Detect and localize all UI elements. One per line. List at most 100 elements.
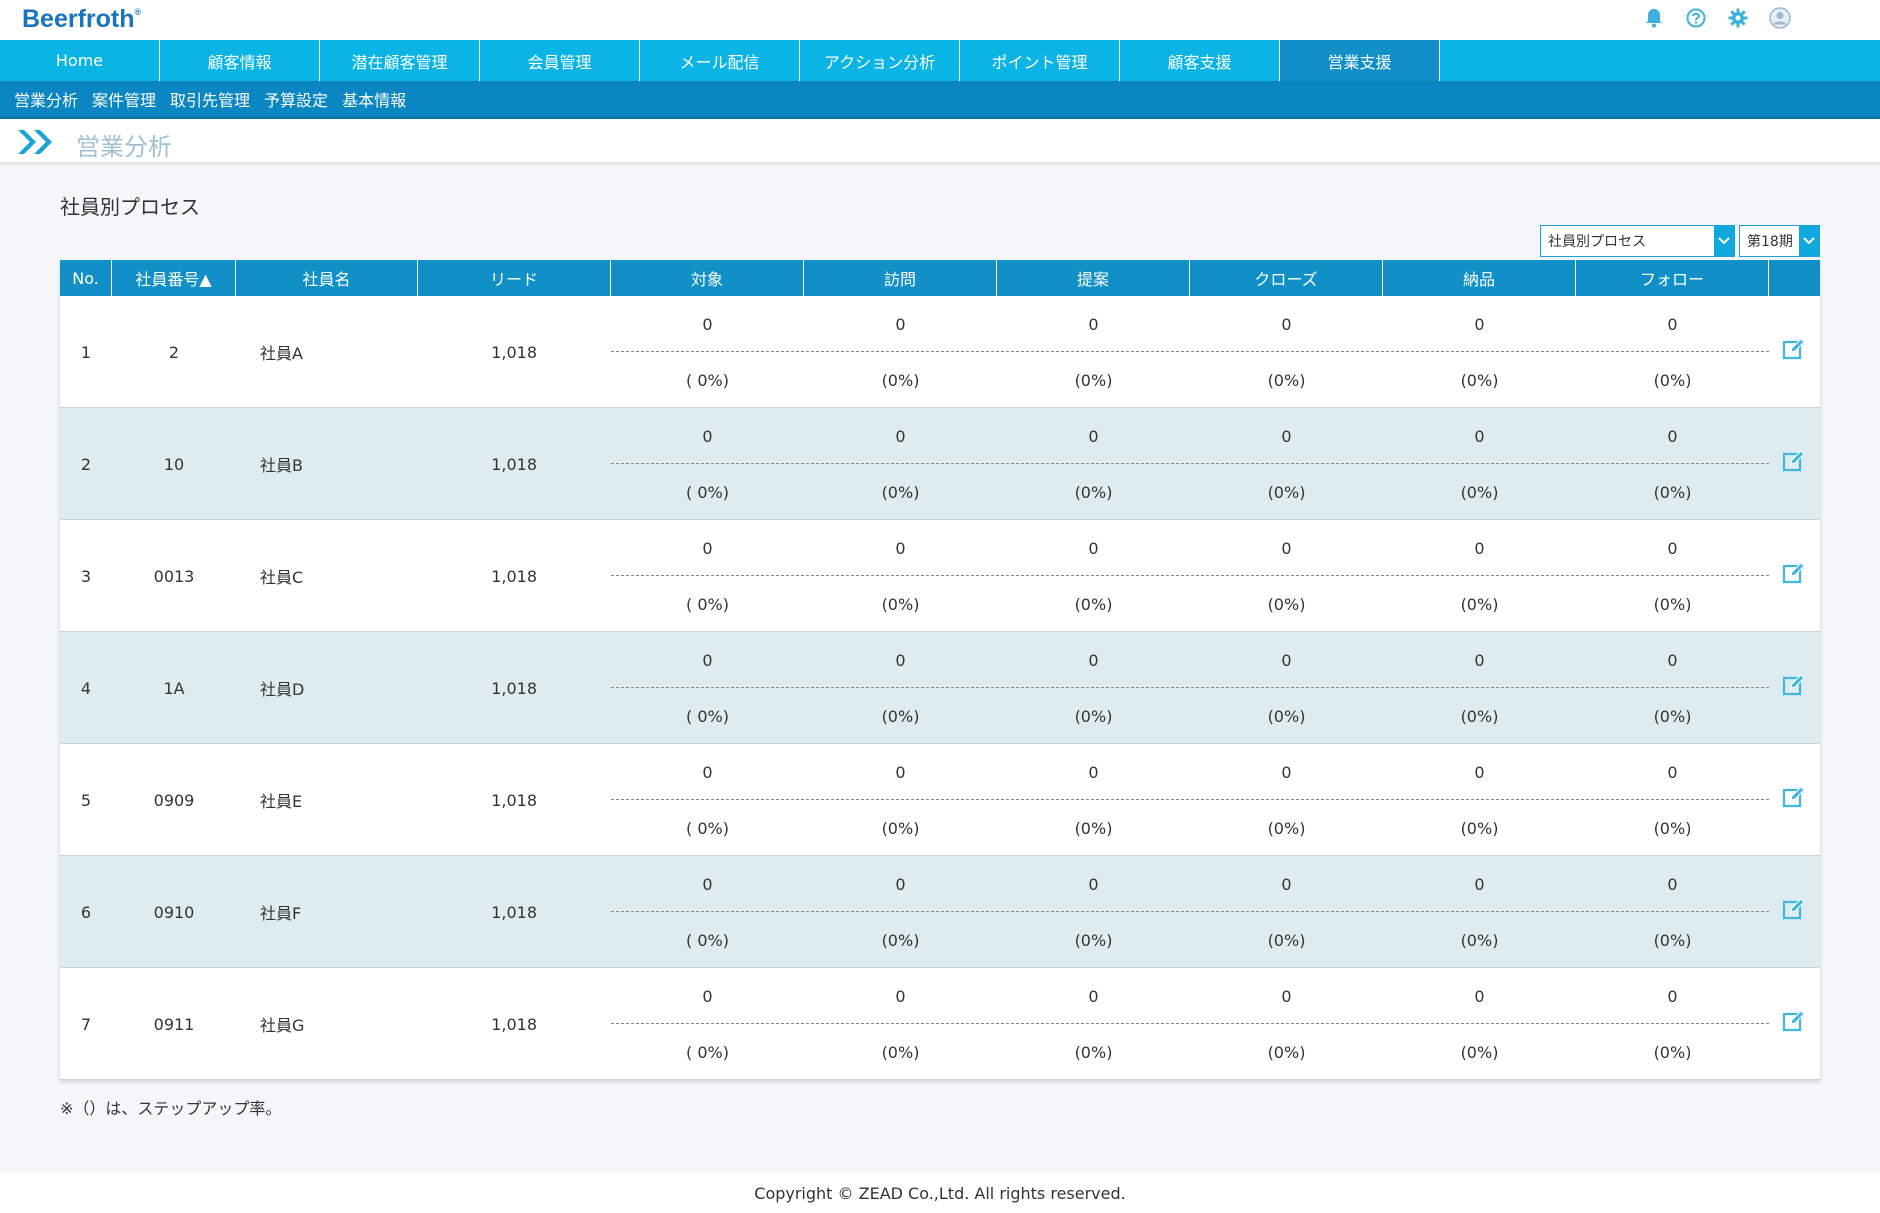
col-proposal[interactable]: 提案 (997, 260, 1190, 296)
stage-count: 0 (1474, 538, 1485, 558)
edit-icon[interactable] (1782, 337, 1806, 361)
copyright-text: Copyright © ZEAD Co.,Ltd. All rights res… (754, 1183, 1126, 1203)
stage-rate: ( 0%) (686, 370, 729, 390)
stage-rate: (0%) (881, 818, 920, 838)
nav-prospects[interactable]: 潜在顧客管理 (320, 40, 480, 81)
stage-count: 0 (1667, 426, 1678, 446)
stage-count: 0 (1667, 762, 1678, 782)
stage-count: 0 (1281, 874, 1292, 894)
stage-count: 0 (1474, 874, 1485, 894)
page-title: 営業分析 (76, 133, 172, 161)
cell-employee-number: 10 (163, 454, 185, 474)
period-select[interactable]: 第18期 (1739, 225, 1820, 257)
row-divider (611, 911, 1769, 912)
stage-count: 0 (1281, 538, 1292, 558)
stage-rate: (0%) (881, 930, 920, 950)
cell-no: 7 (80, 1014, 92, 1034)
nav-members[interactable]: 会員管理 (480, 40, 640, 81)
stage-count: 0 (1474, 314, 1485, 334)
col-edit (1769, 260, 1820, 296)
view-select[interactable]: 社員別プロセス (1540, 225, 1735, 257)
nav-customer-support[interactable]: 顧客支援 (1120, 40, 1280, 81)
stage-count: 0 (1281, 426, 1292, 446)
subnav-deals[interactable]: 案件管理 (92, 87, 156, 111)
cell-lead: 1,018 (491, 342, 537, 362)
stage-count: 0 (702, 426, 713, 446)
subnav-sales-analysis[interactable]: 営業分析 (14, 87, 78, 111)
nav-action-analysis[interactable]: アクション分析 (800, 40, 960, 81)
row-divider (611, 1023, 1769, 1024)
col-follow[interactable]: フォロー (1576, 260, 1769, 296)
cell-no: 3 (80, 566, 92, 586)
col-close[interactable]: クローズ (1190, 260, 1383, 296)
stage-rate: (0%) (1074, 706, 1113, 726)
nav-home[interactable]: Home (0, 40, 160, 81)
period-select-value: 第18期 (1747, 234, 1793, 250)
col-target[interactable]: 対象 (611, 260, 804, 296)
row-divider (611, 687, 1769, 688)
cell-employee-number: 0911 (153, 1014, 195, 1034)
stage-rate: (0%) (1460, 706, 1499, 726)
col-employee-name[interactable]: 社員名 (236, 260, 418, 296)
cell-employee-name: 社員C (260, 568, 304, 587)
nav-customer-info[interactable]: 顧客情報 (160, 40, 320, 81)
cell-employee-number: 0910 (153, 902, 195, 922)
user-avatar-icon[interactable] (1768, 6, 1792, 30)
col-no[interactable]: No. (60, 260, 112, 296)
subnav-clients[interactable]: 取引先管理 (170, 87, 250, 111)
app-logo[interactable]: Beerfroth® (22, 5, 141, 34)
help-icon[interactable] (1684, 6, 1708, 30)
edit-icon[interactable] (1782, 449, 1806, 473)
stage-count: 0 (895, 314, 906, 334)
stage-rate: (0%) (1460, 594, 1499, 614)
stage-count: 0 (1474, 986, 1485, 1006)
edit-icon[interactable] (1782, 1009, 1806, 1033)
bell-icon[interactable] (1642, 6, 1666, 30)
col-visit[interactable]: 訪問 (804, 260, 997, 296)
cell-employee-name: 社員B (260, 456, 303, 475)
cell-employee-name: 社員E (260, 792, 303, 811)
subnav-basic-info[interactable]: 基本情報 (342, 87, 406, 111)
col-lead[interactable]: リード (418, 260, 611, 296)
stage-rate: (0%) (1460, 1042, 1499, 1062)
stage-rate: (0%) (1653, 706, 1692, 726)
stage-rate: (0%) (881, 706, 920, 726)
table-header: No. 社員番号▲ 社員名 リード 対象 訪問 提案 クローズ 納品 フォロー (60, 260, 1820, 296)
stage-rate: (0%) (881, 594, 920, 614)
chevron-down-icon (1714, 226, 1734, 256)
stage-rate: (0%) (1074, 1042, 1113, 1062)
table-row: 4 1A 社員D 1,018 0 0 0 0 0 0 ( 0%) (0%) (0%) (0%) (0%) (0… (60, 632, 1820, 744)
edit-icon[interactable] (1782, 897, 1806, 921)
table-row: 3 0013 社員C 1,018 0 0 0 0 0 0 ( 0%) (0%) (0%) (0%) (0%)… (60, 520, 1820, 632)
stage-rate: (0%) (1653, 930, 1692, 950)
edit-icon[interactable] (1782, 561, 1806, 585)
stage-cells: 0 0 0 0 0 0 ( 0%) (0%) (0%) (0%) (0%) (0%) (611, 632, 1769, 744)
row-divider (611, 463, 1769, 464)
stage-rate: (0%) (1074, 594, 1113, 614)
footer: Copyright © ZEAD Co.,Ltd. All rights res… (0, 1173, 1880, 1213)
stage-rate: ( 0%) (686, 1042, 729, 1062)
stage-rate: ( 0%) (686, 930, 729, 950)
chevron-down-icon (1799, 226, 1819, 256)
cell-no: 1 (80, 342, 92, 362)
stage-count: 0 (1667, 314, 1678, 334)
subnav-budget[interactable]: 予算設定 (264, 87, 328, 111)
nav-sales-support[interactable]: 営業支援 (1280, 40, 1440, 81)
nav-points[interactable]: ポイント管理 (960, 40, 1120, 81)
stage-rate: (0%) (881, 482, 920, 502)
main-nav: Home 顧客情報 潜在顧客管理 会員管理 メール配信 アクション分析 ポイント… (0, 40, 1880, 81)
double-chevron-icon (16, 128, 58, 160)
cell-no: 5 (80, 790, 92, 810)
section-title: 社員別プロセス (60, 195, 200, 219)
cell-lead: 1,018 (491, 902, 537, 922)
col-delivery[interactable]: 納品 (1383, 260, 1576, 296)
nav-mail[interactable]: メール配信 (640, 40, 800, 81)
cell-employee-name: 社員A (260, 344, 303, 363)
stage-cells: 0 0 0 0 0 0 ( 0%) (0%) (0%) (0%) (0%) (0%) (611, 520, 1769, 632)
stage-rate: (0%) (1267, 706, 1306, 726)
col-employee-number[interactable]: 社員番号▲ (112, 260, 236, 296)
stage-count: 0 (895, 986, 906, 1006)
gear-icon[interactable] (1726, 6, 1750, 30)
edit-icon[interactable] (1782, 785, 1806, 809)
edit-icon[interactable] (1782, 673, 1806, 697)
